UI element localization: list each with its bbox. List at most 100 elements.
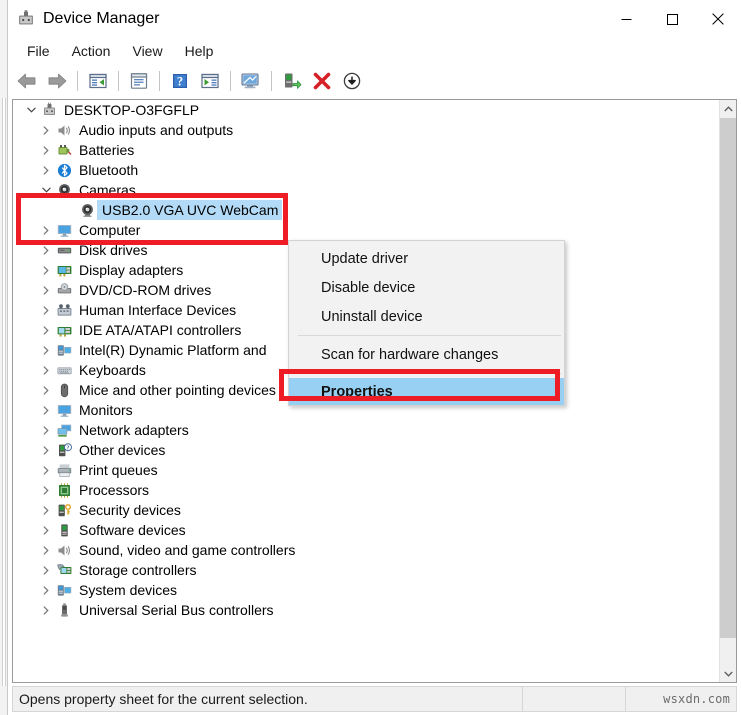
tree-row[interactable]: Security devices (13, 500, 719, 520)
tree-row-label: Security devices (74, 500, 181, 520)
toolbar-separator (159, 71, 160, 91)
disable-device-icon[interactable] (337, 67, 367, 95)
software-device-icon (54, 520, 74, 540)
chevron-right-icon[interactable] (38, 280, 54, 300)
scroll-up-button[interactable] (720, 100, 736, 117)
close-button[interactable] (695, 0, 741, 38)
chevron-right-icon[interactable] (38, 300, 54, 320)
chevron-right-icon[interactable] (38, 160, 54, 180)
tree-row[interactable]: System devices (13, 580, 719, 600)
tree-row-label: Storage controllers (74, 560, 197, 580)
tree-row[interactable]: Audio inputs and outputs (13, 120, 719, 140)
tree-spacer (61, 200, 77, 220)
forward-arrow-icon[interactable] (42, 67, 72, 95)
tree-row-label: Software devices (74, 520, 186, 540)
context-menu-item[interactable]: Scan for hardware changes (289, 340, 564, 369)
chevron-right-icon[interactable] (38, 460, 54, 480)
scan-for-hardware-changes-icon[interactable] (236, 67, 266, 95)
context-menu[interactable]: Update driverDisable deviceUninstall dev… (288, 240, 565, 406)
system-device-icon (54, 580, 74, 600)
context-menu-item[interactable]: Properties (289, 378, 564, 405)
tree-row[interactable]: Cameras (13, 180, 719, 200)
scroll-down-button[interactable] (720, 665, 736, 682)
tree-row-root[interactable]: DESKTOP-O3FGFLP (13, 100, 719, 120)
tree-row-label: Mice and other pointing devices (74, 380, 276, 400)
battery-icon (54, 140, 74, 160)
menu-view[interactable]: View (121, 40, 173, 63)
chevron-right-icon[interactable] (38, 440, 54, 460)
background-window-client (2, 98, 6, 686)
chevron-right-icon[interactable] (38, 380, 54, 400)
background-window-edge (0, 0, 8, 715)
maximize-button[interactable] (649, 0, 695, 38)
toolbar-separator (77, 71, 78, 91)
update-driver-icon[interactable] (277, 67, 307, 95)
context-menu-item[interactable]: Update driver (289, 244, 564, 273)
tree-row[interactable]: Storage controllers (13, 560, 719, 580)
tree-row[interactable]: USB2.0 VGA UVC WebCam (13, 200, 719, 220)
tree-row-label: Other devices (74, 440, 165, 460)
minimize-button[interactable] (603, 0, 649, 38)
chevron-right-icon[interactable] (38, 580, 54, 600)
tree-row[interactable]: Bluetooth (13, 160, 719, 180)
tree-row-label: Computer (74, 220, 140, 240)
tree-row[interactable]: Computer (13, 220, 719, 240)
tree-row-label: Display adapters (74, 260, 183, 280)
chevron-right-icon[interactable] (38, 320, 54, 340)
speaker-icon (54, 540, 74, 560)
processor-icon (54, 480, 74, 500)
chevron-right-icon[interactable] (38, 240, 54, 260)
chevron-right-icon[interactable] (38, 260, 54, 280)
context-menu-item[interactable]: Uninstall device (289, 302, 564, 331)
tree-row-label: Print queues (74, 460, 158, 480)
menu-help[interactable]: Help (174, 40, 225, 63)
menu-action[interactable]: Action (61, 40, 122, 63)
help-icon[interactable]: ? (165, 67, 195, 95)
disk-drive-icon (54, 240, 74, 260)
chevron-right-icon[interactable] (38, 340, 54, 360)
chevron-right-icon[interactable] (38, 360, 54, 380)
chevron-right-icon[interactable] (38, 560, 54, 580)
chevron-right-icon[interactable] (38, 520, 54, 540)
back-arrow-icon[interactable] (12, 67, 42, 95)
chevron-right-icon[interactable] (38, 480, 54, 500)
chevron-right-icon[interactable] (38, 220, 54, 240)
keyboard-icon (54, 360, 74, 380)
tree-row[interactable]: Universal Serial Bus controllers (13, 600, 719, 620)
chevron-right-icon[interactable] (38, 540, 54, 560)
tree-row[interactable]: Network adapters (13, 420, 719, 440)
tree-row[interactable]: Batteries (13, 140, 719, 160)
scrollbar-thumb[interactable] (720, 118, 736, 638)
monitor-icon (54, 400, 74, 420)
menu-bar: File Action View Help (8, 39, 741, 64)
tree-row[interactable]: ? Other devices (13, 440, 719, 460)
tree-row[interactable]: Processors (13, 480, 719, 500)
device-manager-window: Device Manager File Action (0, 0, 741, 715)
chevron-down-icon[interactable] (38, 180, 54, 200)
vertical-scrollbar[interactable] (719, 100, 736, 682)
tree-row-label: Batteries (74, 140, 134, 160)
other-device-icon: ? (54, 440, 74, 460)
tree-row-label: System devices (74, 580, 177, 600)
chevron-right-icon[interactable] (38, 500, 54, 520)
show-hide-console-tree-icon[interactable] (83, 67, 113, 95)
tree-row-label: Human Interface Devices (74, 300, 236, 320)
tree-row[interactable]: Sound, video and game controllers (13, 540, 719, 560)
tree-row[interactable]: Software devices (13, 520, 719, 540)
properties-icon[interactable] (124, 67, 154, 95)
chevron-right-icon[interactable] (38, 120, 54, 140)
printer-icon (54, 460, 74, 480)
chevron-right-icon[interactable] (38, 140, 54, 160)
uninstall-device-icon[interactable] (307, 67, 337, 95)
window-title: Device Manager (43, 9, 160, 29)
chevron-right-icon[interactable] (38, 420, 54, 440)
chevron-right-icon[interactable] (38, 400, 54, 420)
tree-row[interactable]: Print queues (13, 460, 719, 480)
show-hide-action-pane-icon[interactable] (195, 67, 225, 95)
menu-file[interactable]: File (16, 40, 61, 63)
chevron-right-icon[interactable] (38, 600, 54, 620)
svg-text:?: ? (66, 445, 69, 451)
tree-row-label: IDE ATA/ATAPI controllers (74, 320, 241, 340)
chevron-down-icon[interactable] (23, 100, 39, 120)
context-menu-item[interactable]: Disable device (289, 273, 564, 302)
